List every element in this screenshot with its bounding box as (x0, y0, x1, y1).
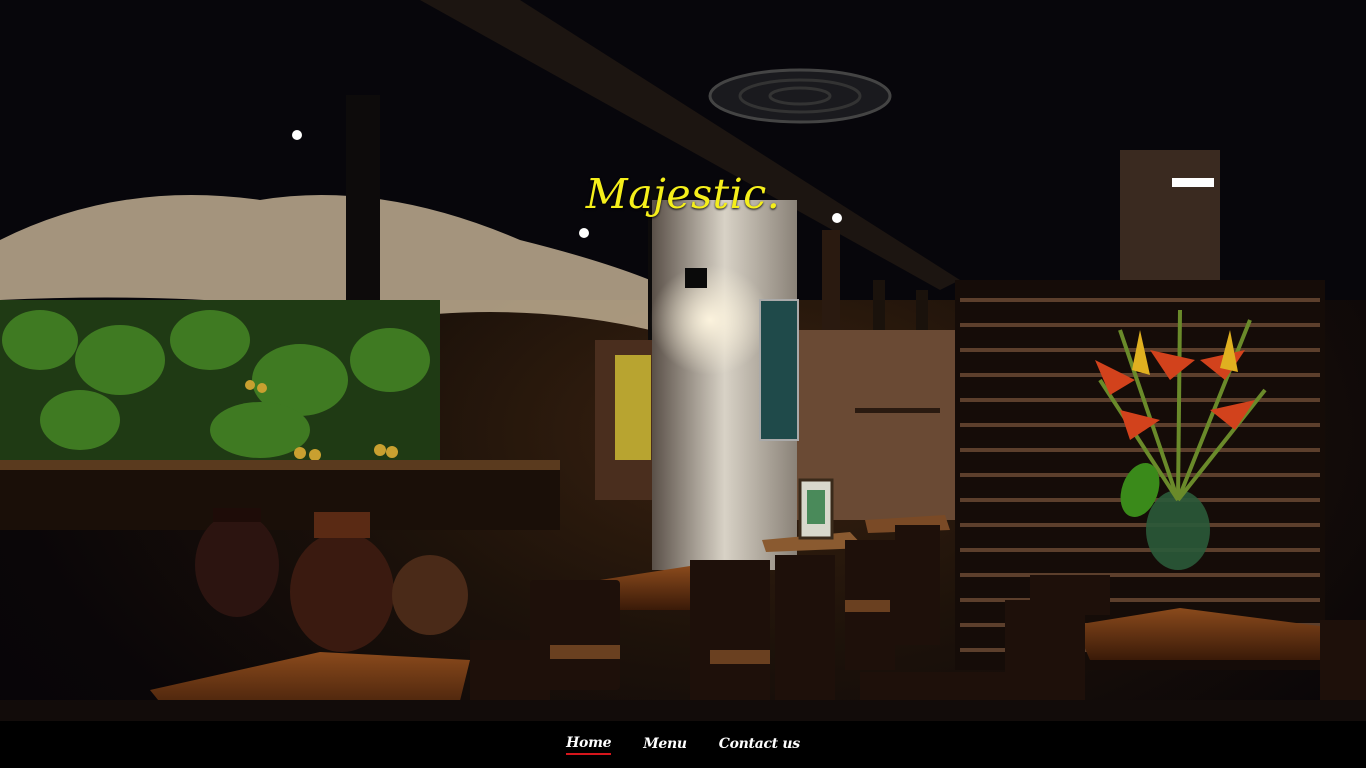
nav-link-home[interactable]: Home (566, 735, 612, 755)
nav-link-menu[interactable]: Menu (643, 736, 687, 754)
nav-link-contact-us[interactable]: Contact us (719, 736, 800, 754)
restaurant-interior-illustration (0, 0, 1366, 721)
bottom-navigation: Home Menu Contact us (0, 721, 1366, 768)
brand-title: Majestic. (585, 170, 781, 218)
hero-background-image: Majestic. (0, 0, 1366, 721)
